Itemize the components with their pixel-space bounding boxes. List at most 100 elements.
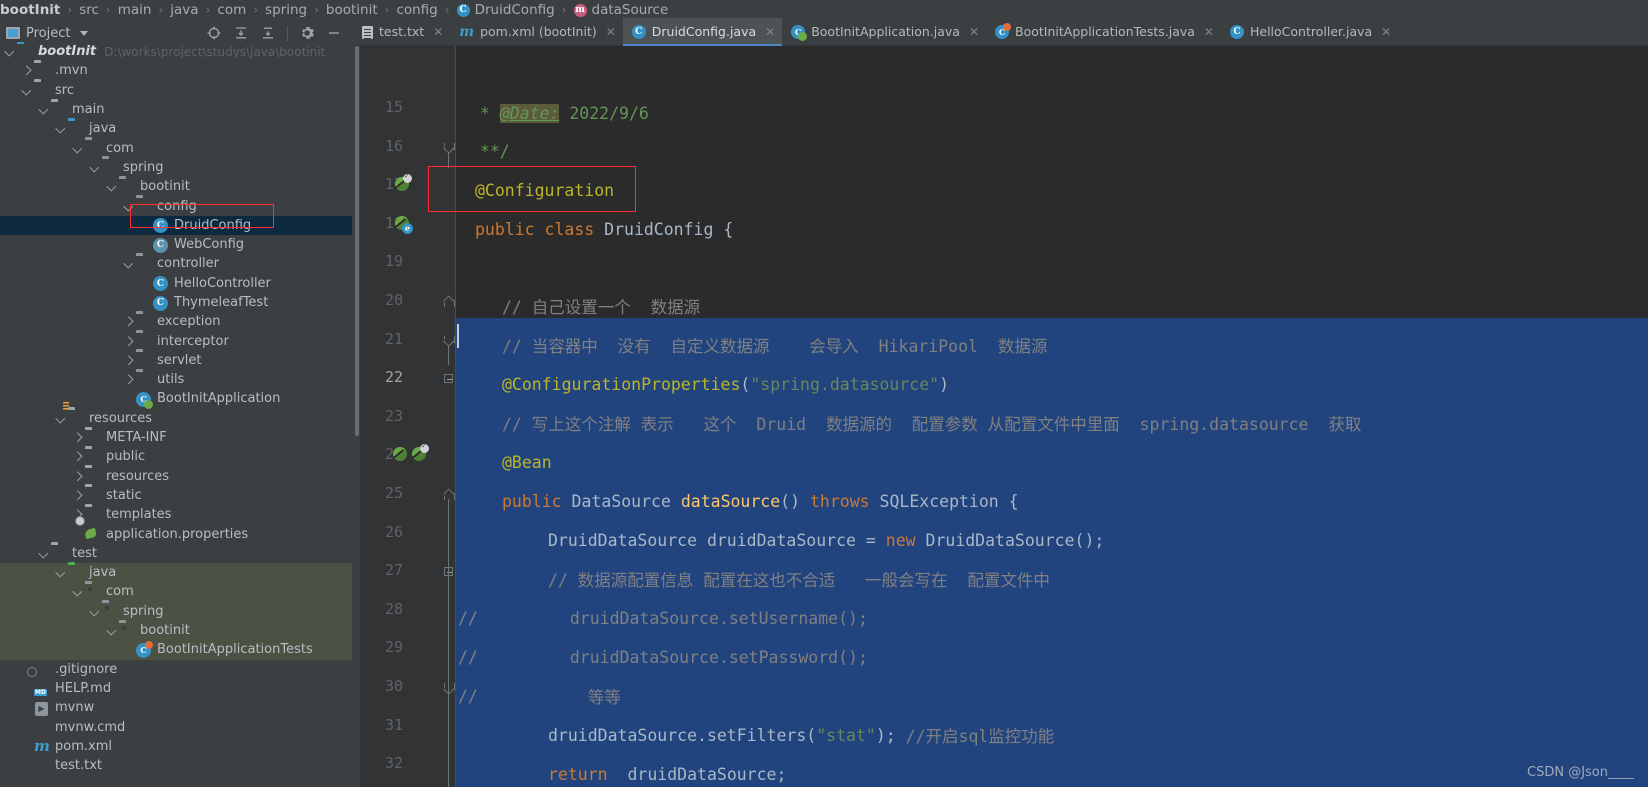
editor-tab-pom-xml-bootinit-[interactable]: m pom.xml (bootInit) ✕: [450, 18, 623, 45]
breadcrumb-item-src[interactable]: src: [79, 2, 99, 18]
tree-item-bootinitapplication[interactable]: C BootInitApplication: [0, 389, 352, 409]
chevron-down-icon[interactable]: [55, 567, 66, 578]
close-icon[interactable]: ✕: [433, 25, 443, 39]
tree-item-bootinit[interactable]: bootinit: [0, 177, 352, 196]
spring-bean-gutter-icon[interactable]: [395, 172, 412, 192]
chevron-down-icon[interactable]: [55, 123, 66, 134]
tree-item-utils[interactable]: utils: [0, 370, 352, 389]
tree-item-test[interactable]: test: [0, 544, 352, 563]
tree-item-java[interactable]: java: [0, 119, 352, 138]
tree-item-com[interactable]: com: [0, 582, 352, 602]
tree-item-templates[interactable]: templates: [0, 505, 352, 524]
tree-item-spring[interactable]: spring: [0, 601, 352, 621]
tree-item-pom-xml[interactable]: m pom.xml: [0, 737, 352, 756]
chevron-right-icon[interactable]: [123, 336, 134, 347]
hide-icon[interactable]: [326, 25, 342, 41]
chevron-right-icon[interactable]: [123, 374, 134, 385]
tree-item-public[interactable]: public: [0, 447, 352, 466]
tree-item-config[interactable]: config: [0, 196, 352, 215]
code-folding-marker[interactable]: [444, 335, 455, 345]
tree-item-java[interactable]: java: [0, 563, 352, 583]
chevron-down-icon[interactable]: [4, 46, 15, 57]
chevron-down-icon[interactable]: [89, 606, 100, 617]
editor-tab-hellocontroller-java[interactable]: C HelloController.java ✕: [1221, 18, 1398, 45]
breadcrumb-item-config[interactable]: config: [396, 2, 437, 18]
tree-item-resources[interactable]: resources: [0, 467, 352, 486]
close-icon[interactable]: ✕: [1204, 25, 1214, 39]
breadcrumb-item-com[interactable]: com: [217, 2, 246, 18]
chevron-down-icon[interactable]: [106, 625, 117, 636]
chevron-down-icon[interactable]: [21, 85, 32, 96]
tree-item-application-properties[interactable]: application.properties: [0, 524, 352, 543]
editor-tab-bootinitapplicationtests-java[interactable]: C BootInitApplicationTests.java ✕: [986, 18, 1221, 45]
select-opened-file-icon[interactable]: [206, 25, 222, 41]
breadcrumb-item-bootinit[interactable]: bootinit: [326, 2, 378, 18]
breadcrumb-item-main[interactable]: main: [118, 2, 152, 18]
tree-item-meta-inf[interactable]: META-INF: [0, 428, 352, 447]
tree-item-test-txt[interactable]: test.txt: [0, 756, 352, 775]
chevron-down-icon[interactable]: [72, 143, 83, 154]
project-tool-window-title[interactable]: Project: [6, 26, 89, 41]
code-folding-marker[interactable]: [444, 142, 455, 152]
spring-bean-gutter-icon[interactable]: e: [395, 215, 413, 234]
tree-item-help-md[interactable]: HELP.md: [0, 679, 352, 698]
chevron-down-icon[interactable]: [123, 201, 134, 212]
settings-gear-icon[interactable]: [299, 25, 315, 41]
close-icon[interactable]: ✕: [1381, 25, 1391, 39]
code-editor[interactable]: 151617181920212223242526272829303132e * …: [352, 46, 1648, 787]
tree-item-interceptor[interactable]: interceptor: [0, 331, 352, 350]
code-content[interactable]: * @Date: 2022/9/6 **/ @Configuration pub…: [456, 46, 1648, 787]
tree-item-main[interactable]: main: [0, 100, 352, 119]
chevron-right-icon[interactable]: [123, 316, 134, 327]
tree-item-druidconfig[interactable]: C DruidConfig: [0, 215, 352, 235]
tree-item-hellocontroller[interactable]: C HelloController: [0, 274, 352, 293]
tree-item--mvn[interactable]: .mvn: [0, 61, 352, 80]
tree-item-bootinitapplicationtests[interactable]: C BootInitApplicationTests: [0, 640, 352, 660]
tree-item-bootinit[interactable]: bootinit: [0, 620, 352, 641]
code-folding-marker[interactable]: [444, 490, 455, 500]
close-icon[interactable]: ✕: [606, 25, 616, 39]
chevron-right-icon[interactable]: [72, 490, 83, 501]
close-icon[interactable]: ✕: [765, 25, 775, 39]
chevron-right-icon[interactable]: [72, 432, 83, 443]
spring-bean-gutter-icon[interactable]: [393, 447, 407, 462]
tree-item-com[interactable]: com: [0, 138, 352, 157]
editor-tab-bootinitapplication-java[interactable]: C BootInitApplication.java ✕: [782, 18, 986, 45]
tree-item-thymeleaftest[interactable]: C ThymeleafTest: [0, 293, 352, 312]
tree-item-bootinit[interactable]: bootInit D:\works\project\studys\java\boo…: [0, 42, 352, 61]
editor-scrollbar-thumb[interactable]: [354, 46, 359, 436]
tree-item-mvnw[interactable]: ▶ mvnw: [0, 698, 352, 717]
chevron-down-icon[interactable]: [72, 586, 83, 597]
chevron-down-icon[interactable]: [55, 413, 66, 424]
project-tree[interactable]: bootInit D:\works\project\studys\java\boo…: [0, 42, 352, 787]
code-folding-marker[interactable]: [444, 374, 453, 384]
tree-item-controller[interactable]: controller: [0, 254, 352, 273]
tree-item-mvnw-cmd[interactable]: mvnw.cmd: [0, 717, 352, 736]
editor-tab-druidconfig-java[interactable]: C DruidConfig.java ✕: [622, 18, 783, 46]
tree-item-exception[interactable]: exception: [0, 312, 352, 331]
chevron-down-icon[interactable]: [106, 181, 117, 192]
tree-item-src[interactable]: src: [0, 81, 352, 100]
chevron-right-icon[interactable]: [72, 451, 83, 462]
tree-item-spring[interactable]: spring: [0, 158, 352, 177]
chevron-down-icon[interactable]: [89, 162, 100, 173]
editor-gutter[interactable]: 151617181920212223242526272829303132e: [360, 46, 455, 787]
tree-item-static[interactable]: static: [0, 486, 352, 505]
tree-item-webconfig[interactable]: C WebConfig: [0, 235, 352, 254]
chevron-down-icon[interactable]: [80, 30, 89, 36]
chevron-right-icon[interactable]: [123, 355, 134, 366]
breadcrumb-item-java[interactable]: java: [170, 2, 198, 18]
chevron-right-icon[interactable]: [72, 471, 83, 482]
breadcrumb-item-datasource[interactable]: m dataSource: [573, 2, 668, 18]
tree-item-servlet[interactable]: servlet: [0, 351, 352, 370]
chevron-down-icon[interactable]: [38, 548, 49, 559]
breadcrumb-item-druidconfig[interactable]: C DruidConfig: [456, 2, 555, 18]
close-icon[interactable]: ✕: [969, 25, 979, 39]
spring-bean-gutter-icon[interactable]: [412, 442, 429, 462]
tree-item-resources[interactable]: resources: [0, 409, 352, 428]
chevron-down-icon[interactable]: [38, 104, 49, 115]
chevron-right-icon[interactable]: [21, 65, 32, 76]
code-folding-marker[interactable]: [444, 297, 455, 307]
chevron-down-icon[interactable]: [123, 258, 134, 269]
collapse-all-icon[interactable]: [260, 25, 276, 41]
